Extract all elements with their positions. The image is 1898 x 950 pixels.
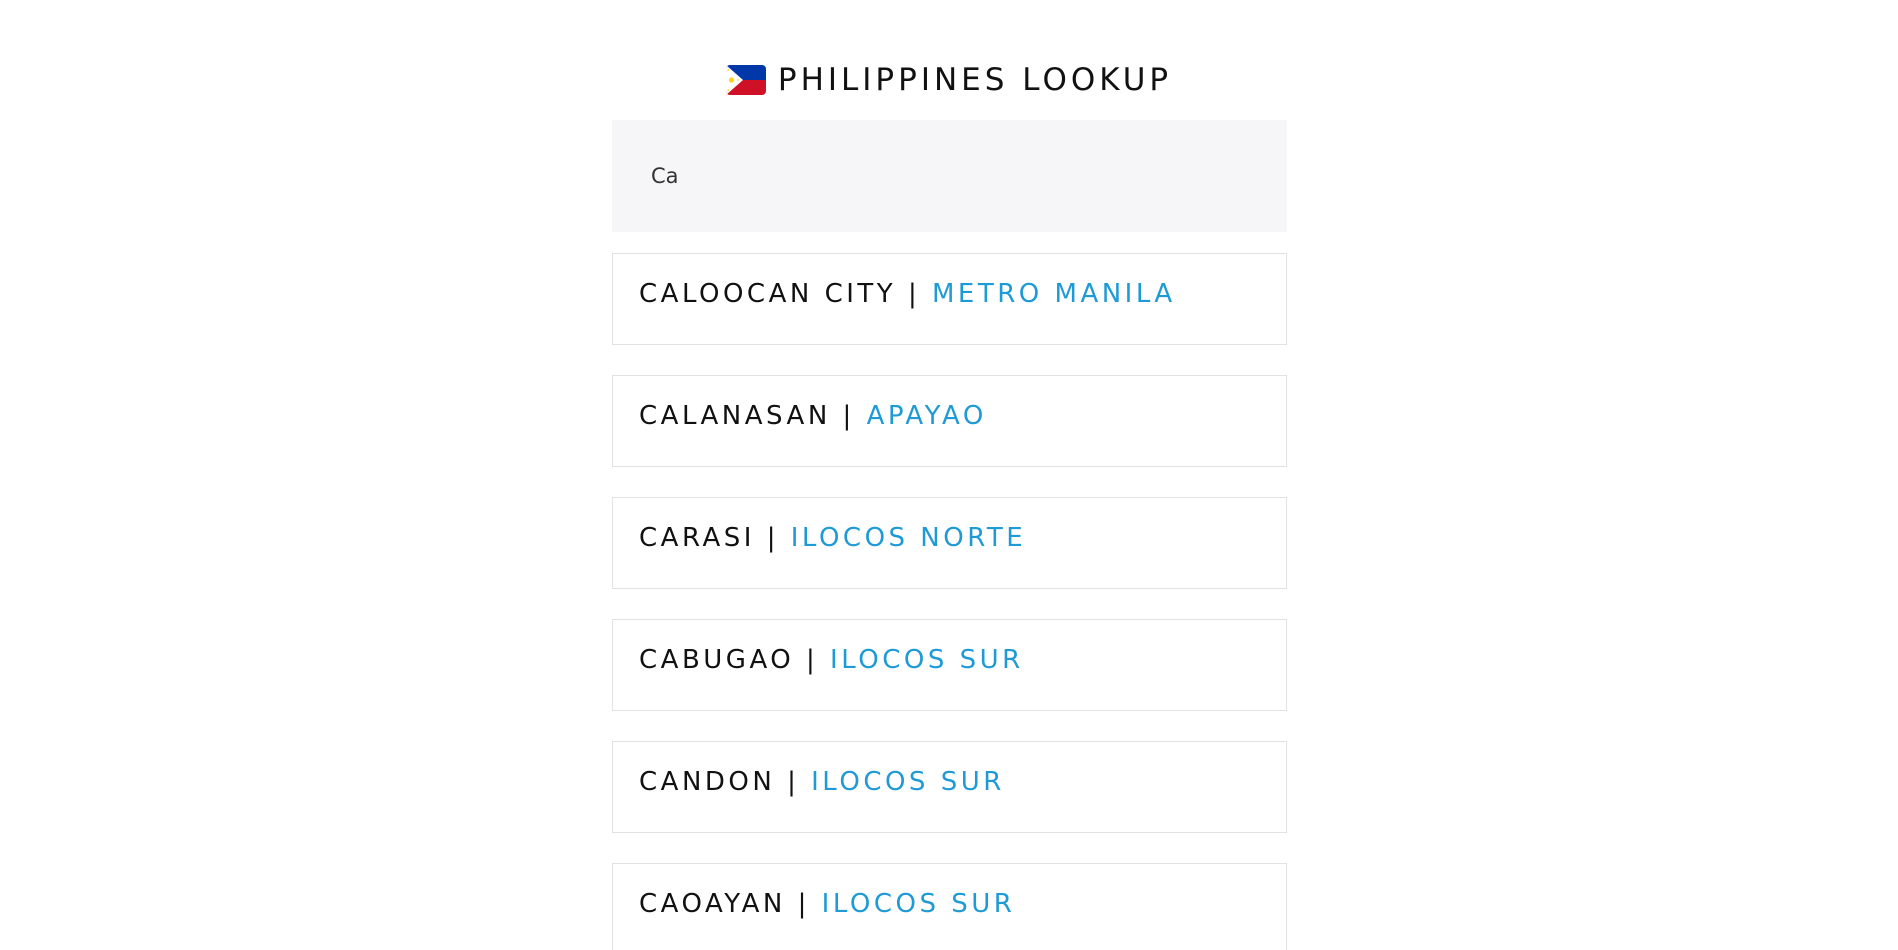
result-separator: |	[766, 523, 779, 553]
result-separator: |	[797, 889, 810, 919]
result-province: APAYAO	[866, 401, 987, 431]
result-item[interactable]: CALOOCAN CITY | METRO MANILA	[612, 253, 1287, 345]
result-city: CAOAYAN	[639, 889, 786, 919]
result-province: ILOCOS NORTE	[790, 523, 1027, 553]
result-city: CARASI	[639, 523, 755, 553]
result-text: CARASI | ILOCOS NORTE	[639, 523, 1026, 553]
search-input[interactable]	[651, 160, 1241, 192]
page-title: PHILIPPINES LOOKUP	[777, 62, 1173, 98]
result-item[interactable]: CAOAYAN | ILOCOS SUR	[612, 863, 1287, 950]
result-separator: |	[806, 645, 819, 675]
result-city: CALOOCAN CITY	[639, 279, 897, 309]
result-separator: |	[787, 767, 800, 797]
result-item[interactable]: CANDON | ILOCOS SUR	[612, 741, 1287, 833]
result-item[interactable]: CARASI | ILOCOS NORTE	[612, 497, 1287, 589]
result-text: CALANASAN | APAYAO	[639, 401, 987, 431]
result-province: ILOCOS SUR	[811, 767, 1005, 797]
result-province: METRO MANILA	[931, 279, 1176, 309]
result-province: ILOCOS SUR	[830, 645, 1024, 675]
result-province: ILOCOS SUR	[821, 889, 1016, 919]
header: PHILIPPINES LOOKUP	[0, 52, 1898, 108]
result-city: CANDON	[639, 767, 776, 797]
result-text: CANDON | ILOCOS SUR	[639, 767, 1005, 797]
philippines-flag-icon	[725, 65, 766, 95]
result-text: CALOOCAN CITY | METRO MANILA	[639, 279, 1176, 309]
result-city: CALANASAN	[639, 401, 831, 431]
result-separator: |	[907, 279, 921, 309]
result-item[interactable]: CALANASAN | APAYAO	[612, 375, 1287, 467]
search-box[interactable]	[612, 120, 1287, 232]
page: PHILIPPINES LOOKUP CALOOCAN CITY | METRO…	[0, 0, 1898, 950]
result-item[interactable]: CABUGAO | ILOCOS SUR	[612, 619, 1287, 711]
result-separator: |	[842, 401, 855, 431]
results-list: CALOOCAN CITY | METRO MANILA CALANASAN |…	[612, 253, 1287, 950]
result-text: CABUGAO | ILOCOS SUR	[639, 645, 1024, 675]
result-text: CAOAYAN | ILOCOS SUR	[639, 889, 1015, 919]
result-city: CABUGAO	[639, 645, 795, 675]
